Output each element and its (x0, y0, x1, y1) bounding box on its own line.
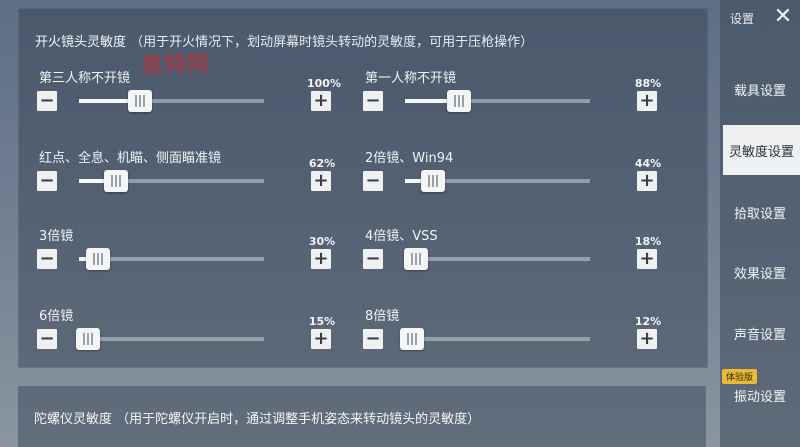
slider-label: 4倍镜、VSS (365, 229, 438, 244)
sidebar-header: 设置 ✕ (720, 0, 800, 34)
increase-button[interactable]: + (311, 171, 331, 191)
close-icon[interactable]: ✕ (770, 4, 796, 30)
slider-percent: 12% (634, 315, 662, 328)
slider-track[interactable] (404, 248, 590, 270)
slider-track[interactable] (400, 328, 590, 350)
increase-button[interactable]: + (311, 91, 331, 111)
section-title-text: 开火镜头灵敏度 (35, 35, 127, 50)
slider-label: 2倍镜、Win94 (365, 151, 454, 166)
gyro-hint: （用于陀螺仪开启时，通过调整手机姿态来转动镜头的灵敏度） (116, 412, 481, 427)
slider-label: 红点、全息、机瞄、侧面瞄准镜 (39, 151, 222, 166)
gyro-panel: 陀螺仪灵敏度 （用于陀螺仪开启时，通过调整手机姿态来转动镜头的灵敏度） (18, 386, 706, 447)
sensitivity-panel: 开火镜头灵敏度 （用于开火情况下，划动屏幕时镜头转动的灵敏度，可用于压枪操作） … (18, 8, 708, 368)
slider-track[interactable] (79, 170, 264, 192)
slider-percent: 18% (634, 235, 662, 248)
slider-label: 8倍镜 (365, 309, 400, 324)
settings-sidebar: 设置 ✕ 载具设置 灵敏度设置 拾取设置 效果设置 声音设置 体验版 振动设置 (720, 0, 800, 447)
increase-button[interactable]: + (311, 329, 331, 349)
sidebar-item-sound[interactable]: 声音设置 (720, 308, 800, 358)
slider-3x-scope: 3倍镜 30% − + (37, 225, 337, 285)
slider-percent: 62% (308, 157, 336, 170)
sidebar-item-vibration[interactable]: 振动设置 (720, 370, 800, 420)
slider-label: 第三人称不开镜 (39, 71, 131, 86)
decrease-button[interactable]: − (37, 249, 57, 269)
slider-thumb[interactable] (104, 170, 128, 192)
slider-6x-scope: 6倍镜 15% − + (37, 305, 337, 365)
slider-third-person: 第三人称不开镜 100% − + (37, 67, 341, 127)
slider-thumb[interactable] (128, 90, 153, 112)
increase-button[interactable]: + (311, 249, 331, 269)
gyro-title-text: 陀螺仪灵敏度 (34, 412, 113, 427)
slider-label: 第一人称不开镜 (365, 71, 457, 86)
decrease-button[interactable]: − (363, 91, 383, 111)
sidebar-item-effects[interactable]: 效果设置 (720, 247, 800, 297)
decrease-button[interactable]: − (37, 171, 57, 191)
slider-percent: 88% (634, 77, 662, 90)
sidebar-item-sensitivity[interactable]: 灵敏度设置 (723, 125, 800, 175)
slider-thumb[interactable] (76, 328, 101, 350)
slider-label: 3倍镜 (39, 229, 74, 244)
slider-percent: 100% (307, 77, 341, 90)
slider-percent: 15% (308, 315, 336, 328)
slider-4x-scope: 4倍镜、VSS 18% − + (363, 225, 663, 285)
decrease-button[interactable]: − (37, 91, 57, 111)
increase-button[interactable]: + (637, 171, 657, 191)
slider-label: 6倍镜 (39, 309, 74, 324)
increase-button[interactable]: + (637, 329, 657, 349)
increase-button[interactable]: + (637, 249, 657, 269)
slider-track[interactable] (79, 90, 264, 112)
gyro-title: 陀螺仪灵敏度 （用于陀螺仪开启时，通过调整手机姿态来转动镜头的灵敏度） (34, 408, 480, 427)
slider-percent: 30% (308, 235, 336, 248)
sidebar-item-vehicle[interactable]: 载具设置 (720, 64, 800, 114)
slider-8x-scope: 8倍镜 12% − + (363, 305, 663, 365)
slider-track[interactable] (76, 328, 264, 350)
slider-first-person: 第一人称不开镜 88% − + (363, 67, 663, 127)
slider-thumb[interactable] (400, 328, 425, 350)
slider-red-dot: 红点、全息、机瞄、侧面瞄准镜 62% − + (37, 147, 337, 207)
slider-thumb[interactable] (404, 248, 429, 270)
slider-thumb[interactable] (85, 248, 110, 270)
sidebar-item-pickup[interactable]: 拾取设置 (720, 187, 800, 237)
slider-thumb[interactable] (420, 170, 445, 192)
section-title: 开火镜头灵敏度 （用于开火情况下，划动屏幕时镜头转动的灵敏度，可用于压枪操作） (35, 31, 533, 50)
slider-track[interactable] (79, 248, 264, 270)
slider-track[interactable] (405, 170, 590, 192)
sidebar-title: 设置 (730, 12, 755, 26)
slider-percent: 44% (634, 157, 662, 170)
slider-track[interactable] (405, 90, 590, 112)
slider-2x-scope: 2倍镜、Win94 44% − + (363, 147, 663, 207)
decrease-button[interactable]: − (37, 329, 57, 349)
increase-button[interactable]: + (637, 91, 657, 111)
decrease-button[interactable]: − (363, 249, 383, 269)
decrease-button[interactable]: − (363, 171, 383, 191)
decrease-button[interactable]: − (363, 329, 383, 349)
slider-thumb[interactable] (446, 90, 471, 112)
